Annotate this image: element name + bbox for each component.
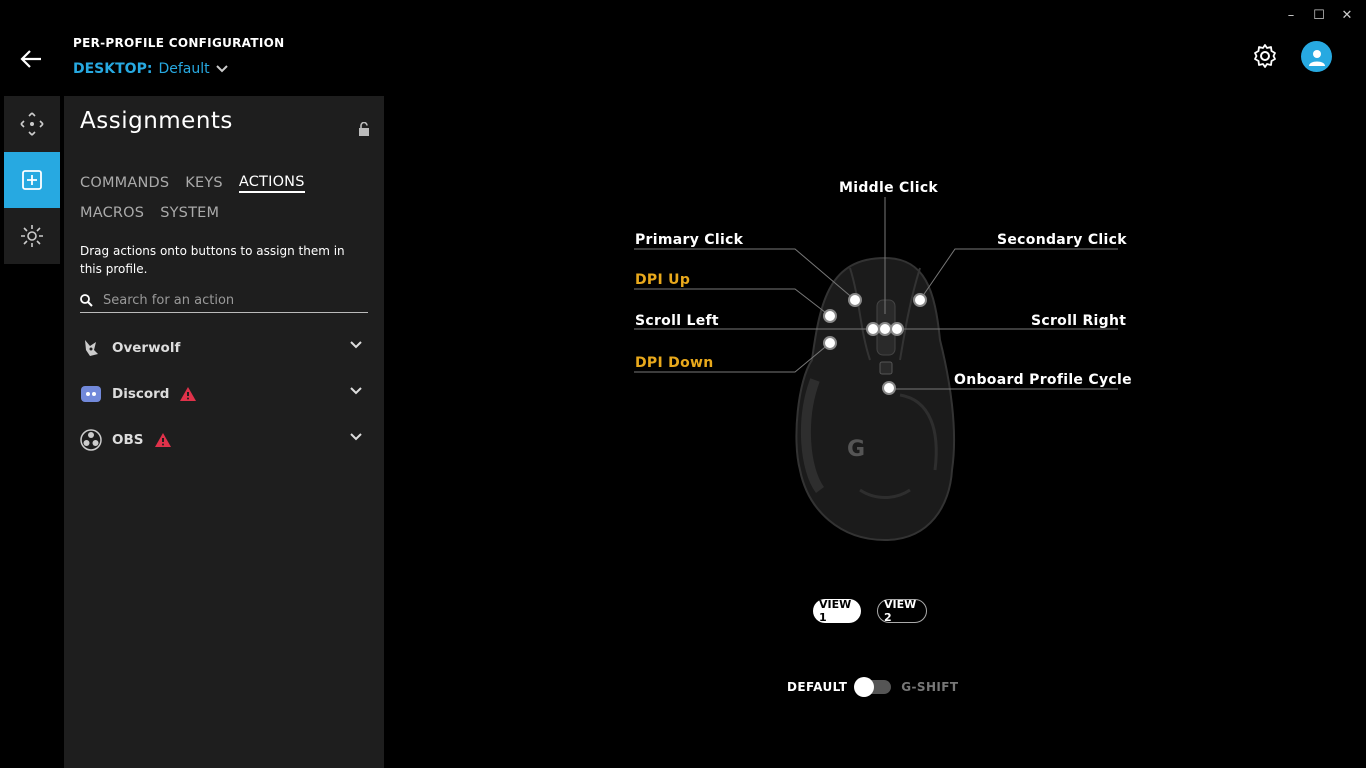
label-primary-click[interactable]: Primary Click — [635, 232, 743, 248]
button-dot-secondary[interactable] — [913, 293, 927, 307]
label-onboard-profile-cycle[interactable]: Onboard Profile Cycle — [954, 372, 1132, 388]
view-2-button[interactable]: VIEW 2 — [877, 598, 927, 624]
mode-toggle-group: DEFAULT G-SHIFT — [787, 677, 959, 697]
default-mode-label: DEFAULT — [787, 680, 848, 694]
label-middle-click[interactable]: Middle Click — [839, 180, 938, 196]
mouse-image: G — [795, 256, 956, 542]
button-dot-scroll-right[interactable] — [890, 322, 904, 336]
gshift-toggle[interactable] — [854, 677, 892, 697]
label-dpi-down[interactable]: DPI Down — [635, 355, 714, 371]
button-dot-primary[interactable] — [848, 293, 862, 307]
button-dot-dpi-down[interactable] — [823, 336, 837, 350]
gshift-mode-label: G-SHIFT — [901, 680, 959, 694]
button-dot-dpi-up[interactable] — [823, 309, 837, 323]
view-1-button[interactable]: VIEW 1 — [813, 598, 861, 624]
button-dot-onboard-profile[interactable] — [882, 381, 896, 395]
view-switcher: VIEW 1 VIEW 2 — [813, 598, 927, 624]
label-scroll-right[interactable]: Scroll Right — [1031, 313, 1126, 329]
label-scroll-left[interactable]: Scroll Left — [635, 313, 719, 329]
label-secondary-click[interactable]: Secondary Click — [997, 232, 1127, 248]
logitech-g-logo: G — [847, 437, 865, 462]
label-dpi-up[interactable]: DPI Up — [635, 272, 690, 288]
mouse-diagram: G — [634, 197, 1118, 542]
